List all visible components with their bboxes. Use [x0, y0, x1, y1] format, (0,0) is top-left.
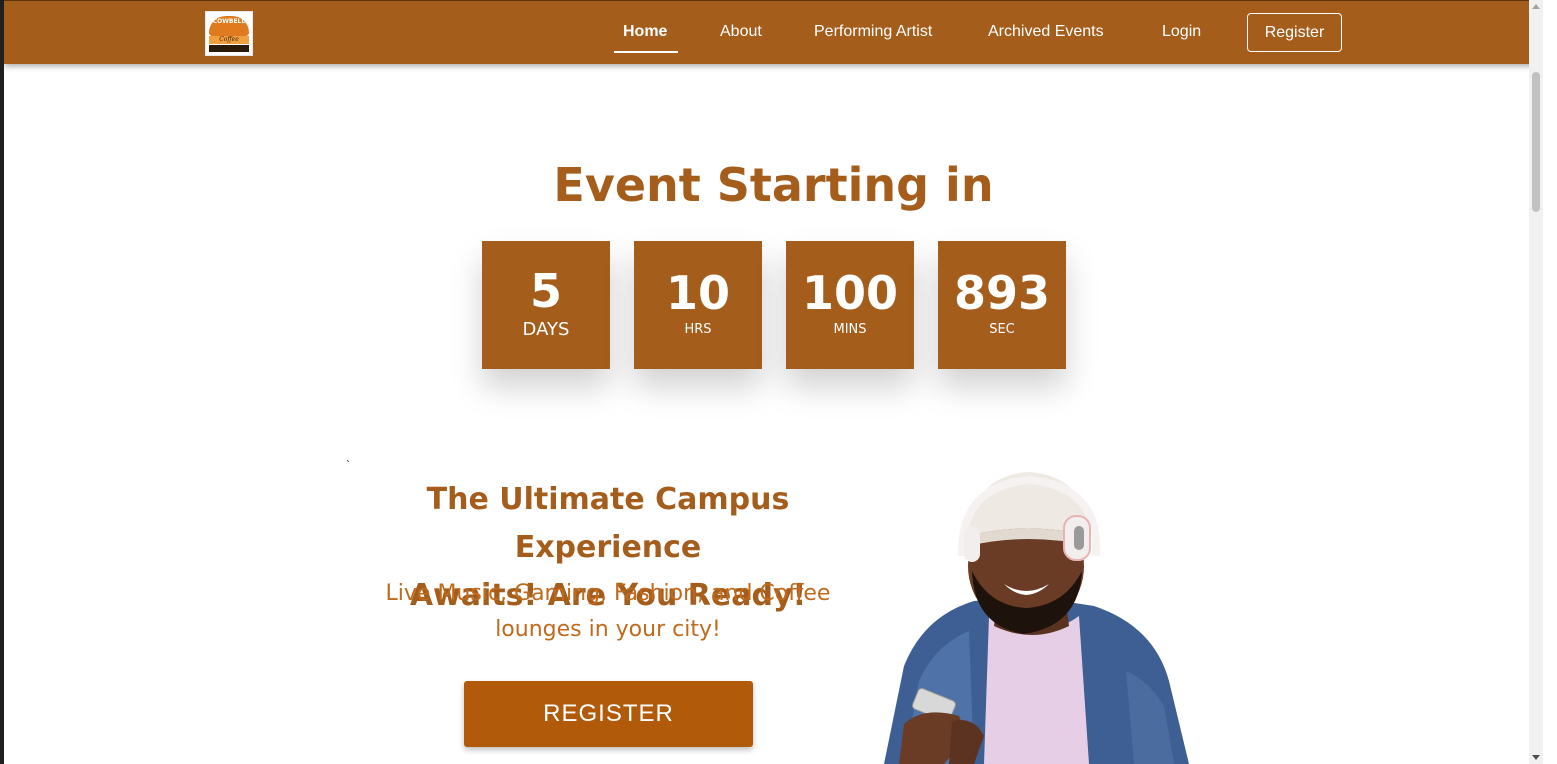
hero-subheading-line-2: lounges in your city!	[495, 617, 721, 642]
countdown-hours-value: 10	[665, 266, 730, 320]
hero-subheading-line-1: Live Music, Gaming, Fashion, and Coffee	[385, 581, 831, 606]
countdown-minutes-value: 100	[801, 266, 899, 320]
countdown-days-value: 5	[529, 264, 562, 318]
countdown-seconds-value: 893	[953, 266, 1051, 320]
page: COWBELL Coffee Home About Performing Art…	[4, 0, 1543, 764]
countdown-days: 5 DAYS	[482, 241, 610, 369]
nav-link-home[interactable]: Home	[623, 23, 667, 41]
logo-banner	[209, 44, 249, 52]
scroll-down-arrow-icon[interactable]	[1532, 755, 1540, 760]
nav-active-underline	[614, 51, 678, 53]
nav-link-archived-events[interactable]: Archived Events	[988, 23, 1104, 41]
navbar: COWBELL Coffee Home About Performing Art…	[4, 0, 1543, 64]
nav-register-button[interactable]: Register	[1247, 13, 1342, 52]
stray-backtick: `	[346, 458, 350, 472]
countdown-days-label: DAYS	[522, 319, 570, 340]
hero-heading-line-1: The Ultimate Campus Experience	[426, 482, 790, 565]
countdown-seconds: 893 SEC	[938, 241, 1066, 369]
brand-logo[interactable]: COWBELL Coffee	[205, 11, 253, 56]
countdown-seconds-label: SEC	[989, 322, 1015, 337]
countdown-minutes: 100 MINS	[786, 241, 914, 369]
countdown-minutes-label: MINS	[833, 322, 867, 337]
logo-badge: COWBELL	[209, 15, 249, 36]
hero-register-button[interactable]: REGISTER	[464, 681, 753, 747]
countdown-hours-label: HRS	[684, 322, 712, 337]
countdown-hours: 10 HRS	[634, 241, 762, 369]
scroll-up-arrow-icon[interactable]	[1532, 4, 1540, 9]
hero-subheading: Live Music, Gaming, Fashion, and Coffee …	[368, 576, 848, 648]
nav-link-about[interactable]: About	[720, 23, 762, 41]
vertical-scrollbar[interactable]	[1529, 0, 1543, 764]
logo-script: Coffee	[209, 35, 249, 44]
nav-link-performing-artist[interactable]: Performing Artist	[814, 23, 932, 41]
nav-link-login[interactable]: Login	[1162, 23, 1201, 41]
hero-person-image	[884, 472, 1189, 764]
countdown-title: Event Starting in	[553, 158, 994, 212]
countdown-timer: 5 DAYS 10 HRS 100 MINS 893 SEC	[482, 241, 1068, 369]
scrollbar-thumb[interactable]	[1532, 72, 1540, 212]
